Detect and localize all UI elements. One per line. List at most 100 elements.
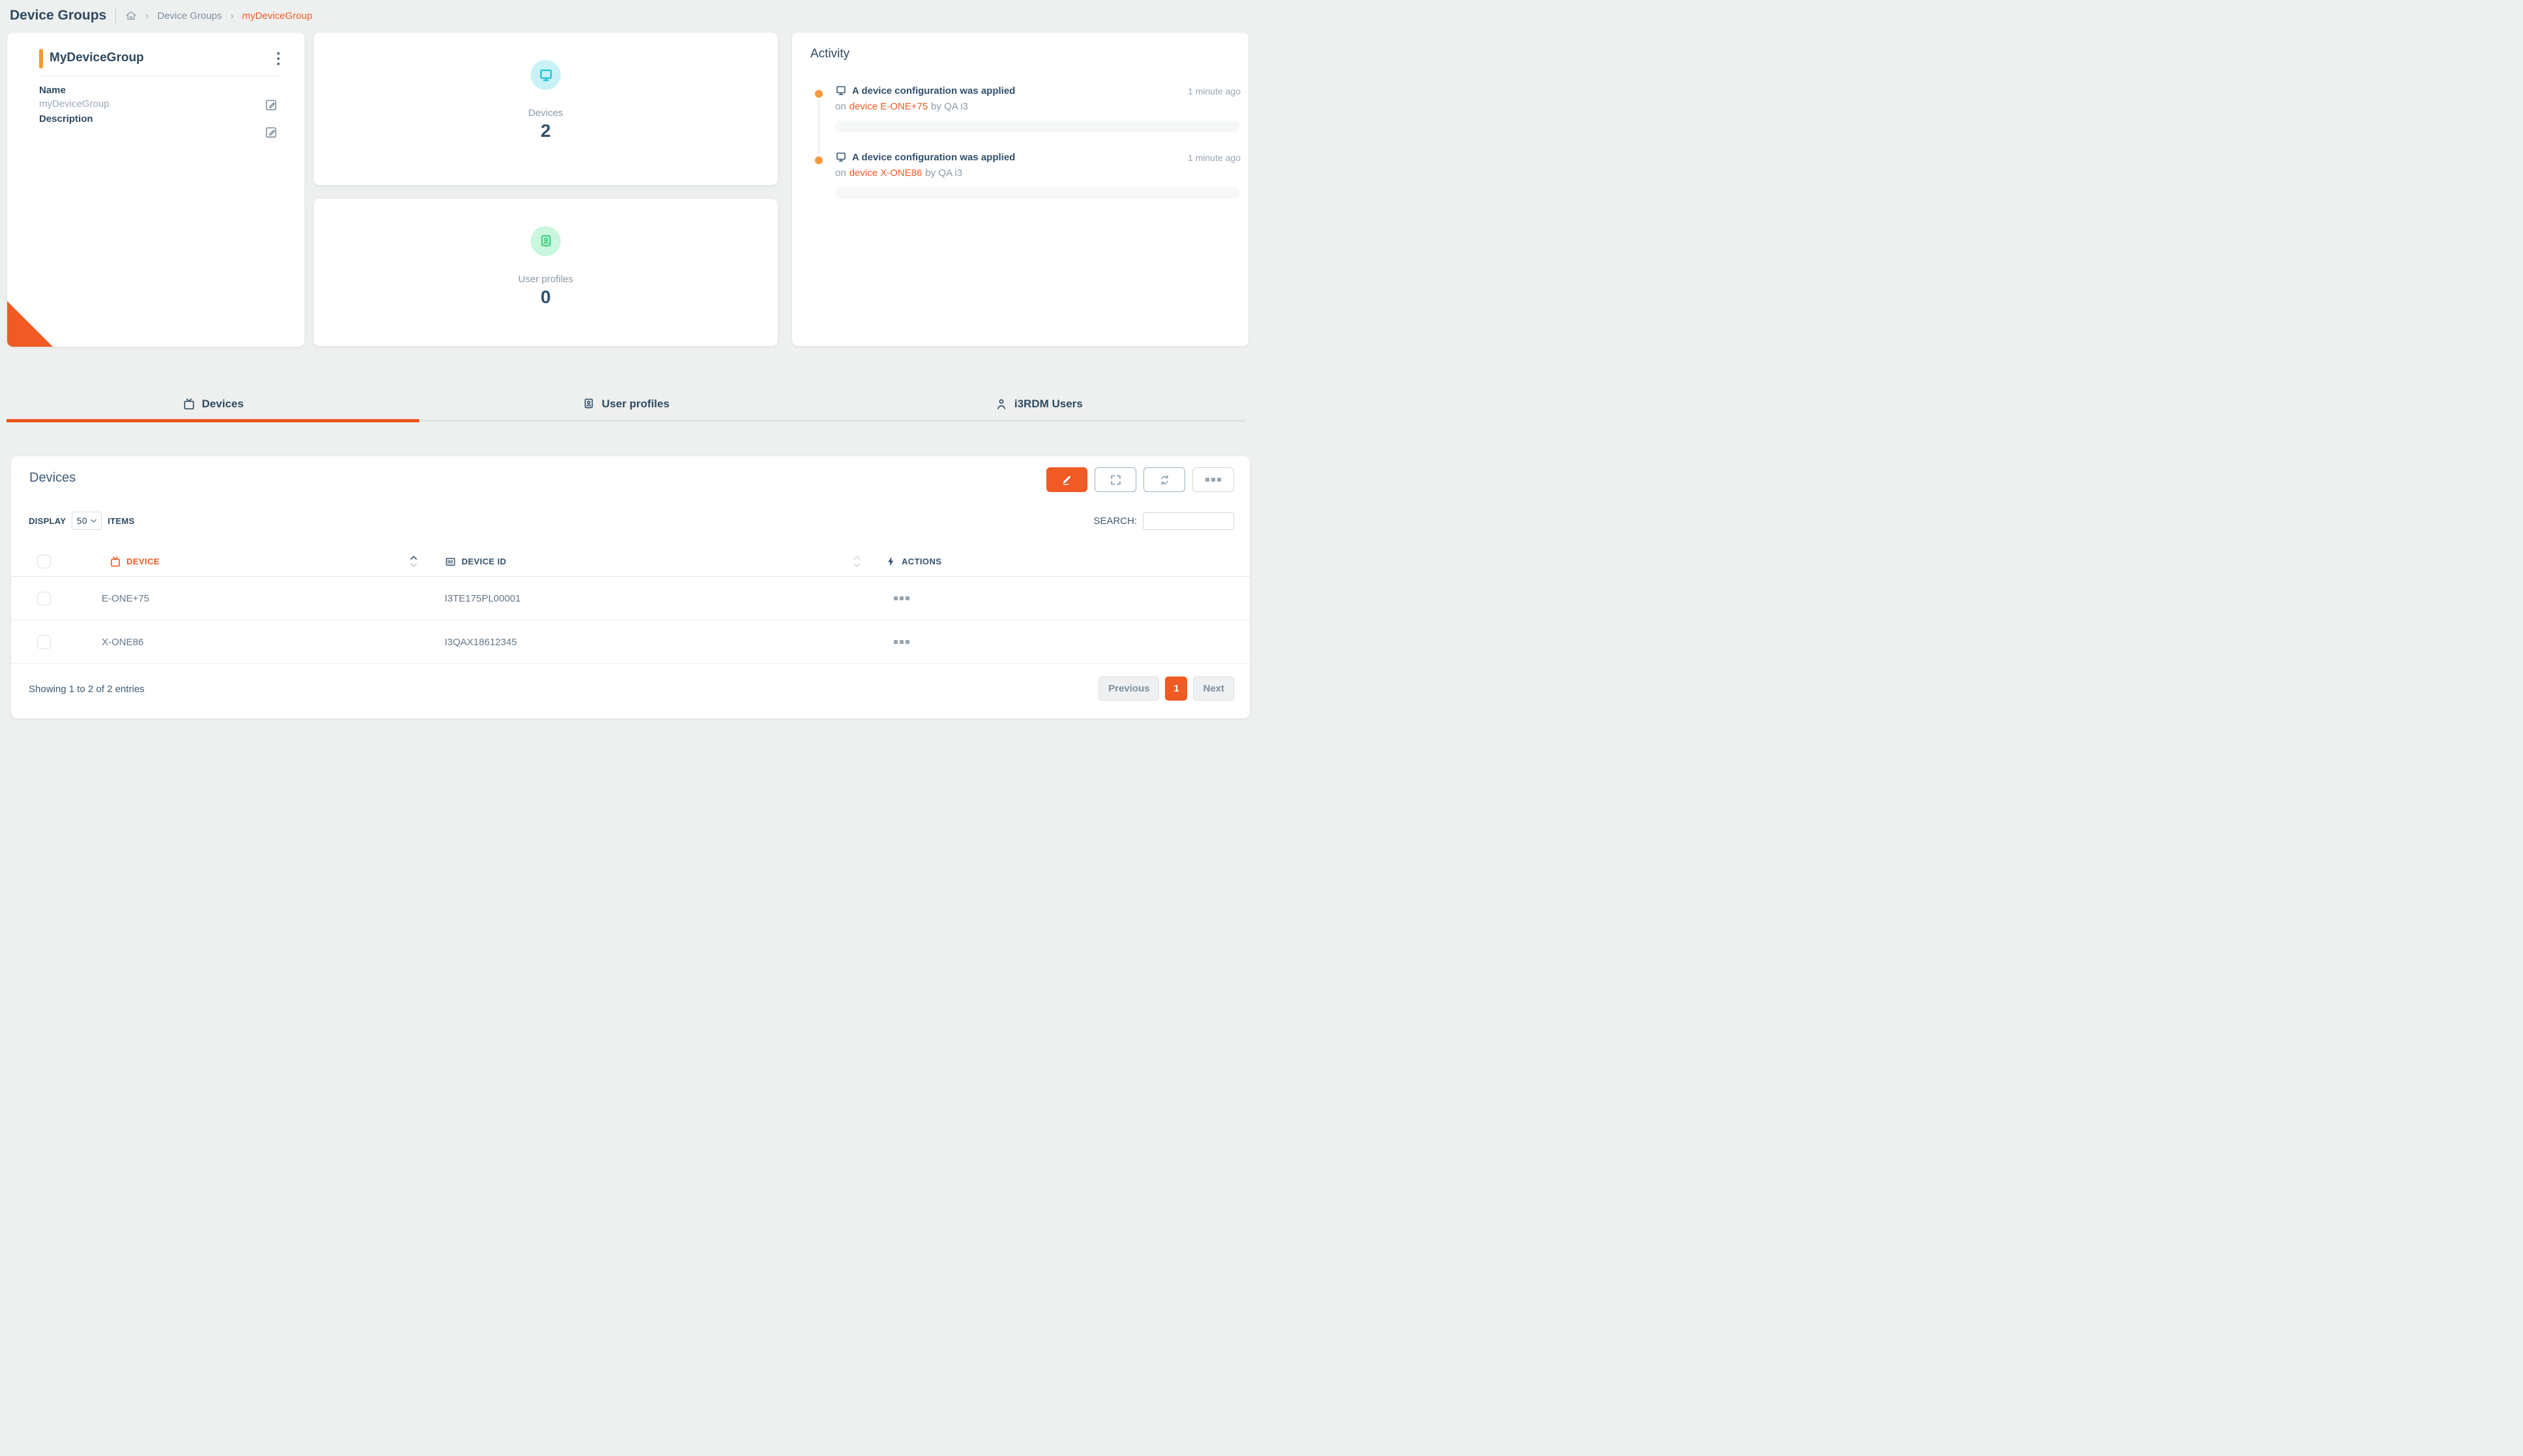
- search-input[interactable]: [1143, 512, 1234, 530]
- devices-stat-card[interactable]: Devices 2: [314, 33, 778, 185]
- active-tab-underline: [7, 419, 419, 422]
- timeline-dot: [815, 156, 823, 164]
- page-1-button[interactable]: 1: [1165, 677, 1187, 701]
- activity-placeholder-bar: [835, 187, 1239, 199]
- activity-entry-title: A device configuration was applied: [852, 85, 1015, 96]
- expand-icon: [1110, 474, 1122, 486]
- tv-icon: [110, 556, 121, 568]
- select-all-checkbox[interactable]: [37, 555, 51, 568]
- activity-device-link[interactable]: device X-ONE86: [849, 167, 922, 179]
- pencil-icon: [1061, 473, 1074, 486]
- activity-card: Activity A device configuration was appl…: [792, 33, 1248, 346]
- title-divider: [115, 7, 116, 24]
- device-name-cell: E-ONE+75: [74, 593, 428, 604]
- tv-icon: [183, 398, 196, 411]
- chevron-down-icon: [90, 518, 97, 523]
- activity-text: on: [835, 167, 846, 179]
- table-toolbar: [1046, 467, 1234, 492]
- stat-value: 2: [540, 121, 551, 141]
- pagination: Previous 1 Next: [1099, 677, 1234, 701]
- table-title: Devices: [29, 471, 76, 486]
- tab-label: User profiles: [602, 398, 670, 411]
- entries-summary: Showing 1 to 2 of 2 entries: [29, 684, 145, 695]
- page-size-select[interactable]: 50: [72, 512, 102, 530]
- previous-button[interactable]: Previous: [1099, 677, 1159, 701]
- description-label: Description: [39, 113, 93, 124]
- tab-devices[interactable]: Devices: [7, 388, 419, 420]
- stat-label: User profiles: [518, 274, 573, 285]
- page-size-value: 50: [77, 516, 87, 526]
- column-header-actions: ACTIONS: [872, 556, 1250, 567]
- edit-icon: [264, 125, 278, 139]
- column-label: DEVICE: [126, 557, 160, 566]
- tab-user-profiles[interactable]: User profiles: [419, 388, 832, 420]
- group-card: MyDeviceGroup Name myDeviceGroup Descrip…: [7, 33, 304, 347]
- devices-circle: [531, 60, 561, 90]
- activity-entry-title: A device configuration was applied: [852, 152, 1015, 163]
- column-header-device[interactable]: DEVICE: [74, 547, 428, 576]
- kebab-menu-button[interactable]: [272, 50, 285, 68]
- edit-name-button[interactable]: [264, 98, 278, 112]
- table-row: E-ONE+75 I3TE175PL00001: [11, 577, 1250, 620]
- tab-bar: Devices User profiles i3RDM Users: [7, 388, 1245, 420]
- activity-placeholder-bar: [835, 121, 1239, 132]
- table-header-row: DEVICE DEVICE ID ACTIONS: [11, 547, 1250, 577]
- chevron-separator-icon: ›: [145, 10, 149, 22]
- stat-label: Devices: [528, 108, 563, 119]
- sort-icon: [409, 555, 418, 568]
- edit-button[interactable]: [1046, 467, 1087, 492]
- monitor-icon: [539, 68, 553, 83]
- monitor-icon: [835, 151, 847, 163]
- row-actions-button[interactable]: [894, 592, 909, 604]
- items-label: ITEMS: [108, 516, 134, 526]
- user-badge-icon: [582, 398, 595, 411]
- tab-label: Devices: [202, 398, 244, 411]
- tab-i3rdm-users[interactable]: i3RDM Users: [833, 388, 1245, 420]
- activity-time: 1 minute ago: [1188, 153, 1241, 163]
- row-actions-button[interactable]: [894, 636, 909, 648]
- table-row: X-ONE86 I3QAX18612345: [11, 620, 1250, 664]
- activity-device-link[interactable]: device E-ONE+75: [849, 101, 928, 112]
- lightning-icon: [885, 556, 896, 567]
- breadcrumb-current: myDeviceGroup: [242, 10, 312, 22]
- refresh-icon: [1158, 474, 1171, 486]
- group-title: MyDeviceGroup: [50, 51, 144, 65]
- activity-entry: A device configuration was applied 1 min…: [835, 151, 1241, 199]
- activity-time: 1 minute ago: [1188, 86, 1241, 96]
- home-icon[interactable]: [125, 10, 137, 22]
- activity-text: on: [835, 101, 846, 112]
- barcode-icon: [445, 556, 456, 568]
- device-name-cell: X-ONE86: [74, 637, 428, 648]
- device-id-cell: I3QAX18612345: [428, 637, 872, 648]
- ellipsis-icon: [1205, 478, 1221, 482]
- user-profiles-stat-card[interactable]: User profiles 0: [314, 199, 778, 346]
- column-header-device-id[interactable]: DEVICE ID: [428, 547, 872, 576]
- more-button[interactable]: [1192, 467, 1234, 492]
- devices-table-card: Devices DISPLAY 50 ITEMS SEARCH:: [11, 456, 1250, 718]
- corner-triangle: [7, 301, 53, 347]
- activity-text: by QA i3: [925, 167, 962, 179]
- next-button[interactable]: Next: [1193, 677, 1234, 701]
- expand-button[interactable]: [1095, 467, 1136, 492]
- breadcrumb: Device Groups › Device Groups › myDevice…: [10, 5, 312, 26]
- accent-bar: [39, 49, 43, 68]
- activity-entry: A device configuration was applied 1 min…: [835, 85, 1241, 132]
- activity-text: by QA i3: [931, 101, 968, 112]
- page-title: Device Groups: [10, 8, 106, 23]
- monitor-icon: [835, 85, 847, 96]
- stat-value: 0: [540, 287, 551, 308]
- activity-title: Activity: [810, 47, 849, 61]
- edit-icon: [264, 98, 278, 112]
- row-checkbox[interactable]: [37, 635, 51, 649]
- device-id-cell: I3TE175PL00001: [428, 593, 872, 604]
- column-label: ACTIONS: [902, 557, 941, 566]
- refresh-button[interactable]: [1143, 467, 1185, 492]
- search-label: SEARCH:: [1093, 516, 1137, 527]
- column-label: DEVICE ID: [462, 557, 507, 566]
- breadcrumb-section[interactable]: Device Groups: [157, 10, 222, 22]
- timeline-dot: [815, 90, 823, 98]
- row-checkbox[interactable]: [37, 592, 51, 605]
- display-label: DISPLAY: [29, 516, 66, 526]
- name-value: myDeviceGroup: [39, 98, 110, 109]
- edit-description-button[interactable]: [264, 125, 278, 139]
